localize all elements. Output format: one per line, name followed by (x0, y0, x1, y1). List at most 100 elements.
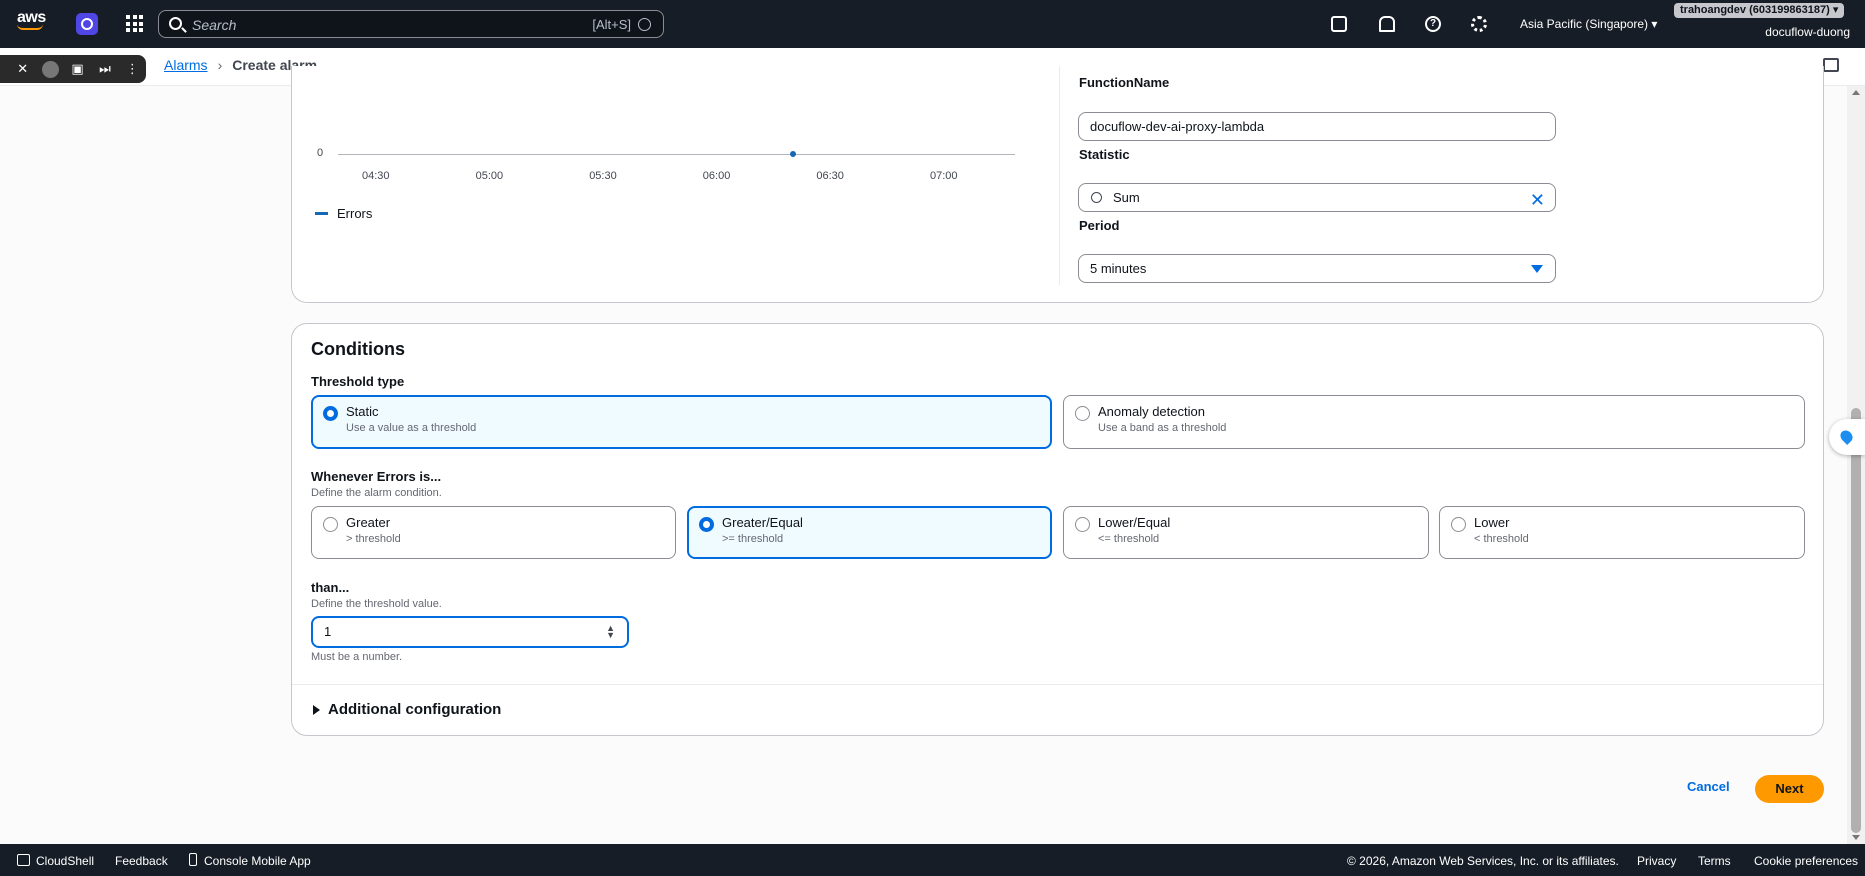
section-divider (292, 684, 1823, 685)
operator-lower[interactable]: Lower < threshold (1439, 506, 1805, 559)
scroll-up-icon[interactable] (1852, 90, 1860, 95)
y-tick-label: 0 (317, 147, 324, 159)
threshold-value-input[interactable]: 1 ▲ ▼ (311, 616, 629, 648)
settings-gear-icon[interactable] (1471, 16, 1487, 32)
radio-button[interactable] (323, 517, 338, 532)
tile-title: Anomaly detection (1098, 404, 1205, 419)
scrollbar-thumb[interactable] (1851, 408, 1861, 833)
close-icon[interactable]: ✕ (9, 55, 36, 83)
search-icon (169, 17, 182, 30)
tile-title: Lower (1474, 515, 1510, 530)
caret-down-icon (1531, 265, 1543, 273)
help-icon[interactable]: ? (1425, 16, 1441, 32)
footer-privacy[interactable]: Privacy (1637, 854, 1676, 868)
metric-chart: 0 Errors 04:30 05:00 05:30 06:00 06:30 07:00 (292, 66, 1052, 306)
amazon-q-icon[interactable] (638, 18, 651, 31)
x-tick-label: 07:00 (930, 170, 958, 182)
picture-in-picture-icon[interactable]: ▣ (64, 55, 91, 83)
footer-mobile-app[interactable]: Console Mobile App (204, 854, 311, 868)
footer: CloudShell Feedback Console Mobile App ©… (0, 844, 1865, 876)
footer-copyright: © 2026, Amazon Web Services, Inc. or its… (1347, 854, 1619, 868)
search-shortcut: [Alt+S] (592, 17, 631, 32)
caret-right-icon (313, 704, 320, 715)
mobile-phone-icon (189, 853, 197, 866)
x-tick-label: 04:30 (362, 170, 390, 182)
statistic-field[interactable]: Sum ✕ (1078, 183, 1556, 212)
conditions-panel: Conditions Threshold type Static Use a v… (291, 323, 1824, 736)
x-tick-label: 06:00 (702, 170, 731, 182)
legend-swatch-errors (315, 212, 328, 215)
additional-configuration-toggle[interactable]: Additional configuration (313, 701, 501, 718)
aws-logo[interactable]: aws (17, 10, 47, 35)
x-tick-label: 05:30 (589, 170, 617, 182)
skip-forward-icon[interactable]: ⏭ (91, 55, 118, 83)
split-panel-icon[interactable] (1823, 58, 1839, 72)
user-name[interactable]: docuflow-duong (1765, 25, 1850, 39)
panel-divider (1059, 66, 1060, 285)
tile-desc: > threshold (346, 533, 401, 545)
region-selector[interactable]: Asia Pacific (Singapore) ▾ (1520, 17, 1657, 31)
download-icon[interactable] (36, 55, 63, 83)
threshold-type-anomaly-detection[interactable]: Anomaly detection Use a band as a thresh… (1063, 395, 1805, 449)
threshold-value: 1 (324, 624, 332, 639)
tile-desc: Use a band as a threshold (1098, 422, 1227, 434)
tile-desc: >= threshold (722, 533, 784, 545)
footer-cookie-preferences[interactable]: Cookie preferences (1754, 854, 1858, 868)
conditions-title: Conditions (311, 339, 405, 359)
scroll-down-icon[interactable] (1852, 835, 1860, 840)
legend-label-errors[interactable]: Errors (337, 206, 372, 221)
function-name-label: FunctionName (1079, 75, 1170, 90)
search-bar[interactable]: Search [Alt+S] (158, 10, 664, 38)
function-name-field[interactable]: docuflow-dev-ai-proxy-lambda (1078, 112, 1556, 141)
operator-greater-equal[interactable]: Greater/Equal >= threshold (687, 506, 1052, 559)
operator-lower-equal[interactable]: Lower/Equal <= threshold (1063, 506, 1429, 559)
cloudshell-icon[interactable] (1331, 16, 1347, 32)
services-menu-icon[interactable] (126, 15, 143, 32)
radio-button[interactable] (1451, 517, 1466, 532)
period-value: 5 minutes (1090, 261, 1147, 276)
threshold-type-label: Threshold type (311, 374, 405, 389)
assistant-widget[interactable] (1829, 419, 1865, 455)
threshold-type-static[interactable]: Static Use a value as a threshold (311, 395, 1052, 449)
whenever-label: Whenever Errors is... (311, 469, 442, 484)
x-tick-label: 06:30 (816, 170, 844, 182)
next-button[interactable]: Next (1755, 775, 1824, 803)
footer-feedback[interactable]: Feedback (115, 854, 168, 868)
tile-desc: <= threshold (1098, 533, 1160, 545)
x-tick-label: 05:00 (475, 170, 504, 182)
top-navigation: aws Search [Alt+S] ? Asia Pacific (Singa… (0, 0, 1865, 48)
statistic-value: Sum (1113, 190, 1140, 205)
cloudshell-icon[interactable] (17, 854, 30, 866)
than-desc: Define the threshold value. (311, 598, 442, 610)
notifications-bell-icon[interactable] (1377, 16, 1395, 32)
radio-button[interactable] (699, 517, 714, 532)
radio-button[interactable] (323, 406, 338, 421)
more-options-icon[interactable]: ⋮ (119, 55, 146, 83)
breadcrumb-alarms-link[interactable]: Alarms (164, 57, 208, 73)
stepper-icon[interactable]: ▲ ▼ (606, 624, 615, 640)
service-logo-icon[interactable] (76, 13, 98, 35)
data-point-errors[interactable] (789, 151, 796, 157)
tile-title: Static (346, 404, 379, 419)
than-label: than... (311, 580, 350, 595)
metric-panel: 0 Errors 04:30 05:00 05:30 06:00 06:30 07:00 … (291, 66, 1824, 303)
period-select[interactable]: 5 minutes (1078, 254, 1556, 283)
operator-greater[interactable]: Greater > threshold (311, 506, 676, 559)
radio-button[interactable] (1075, 406, 1090, 421)
statistic-label: Statistic (1079, 147, 1130, 162)
footer-terms[interactable]: Terms (1698, 854, 1731, 868)
footer-cloudshell[interactable]: CloudShell (36, 854, 94, 868)
tile-title: Greater (346, 515, 391, 530)
tile-title: Greater/Equal (722, 515, 803, 530)
period-label: Period (1079, 218, 1120, 233)
search-icon (1091, 192, 1102, 203)
droplet-icon (1838, 428, 1855, 445)
scrollbar[interactable] (1847, 86, 1865, 844)
radio-button[interactable] (1075, 517, 1090, 532)
account-menu[interactable]: trahoangdev (603199863187) ▾ (1674, 3, 1845, 18)
cancel-button[interactable]: Cancel (1687, 779, 1730, 794)
whenever-desc: Define the alarm condition. (311, 487, 442, 499)
clear-icon[interactable]: ✕ (1530, 187, 1545, 214)
search-placeholder: Search (192, 17, 237, 33)
chevron-right-icon: › (217, 57, 223, 73)
